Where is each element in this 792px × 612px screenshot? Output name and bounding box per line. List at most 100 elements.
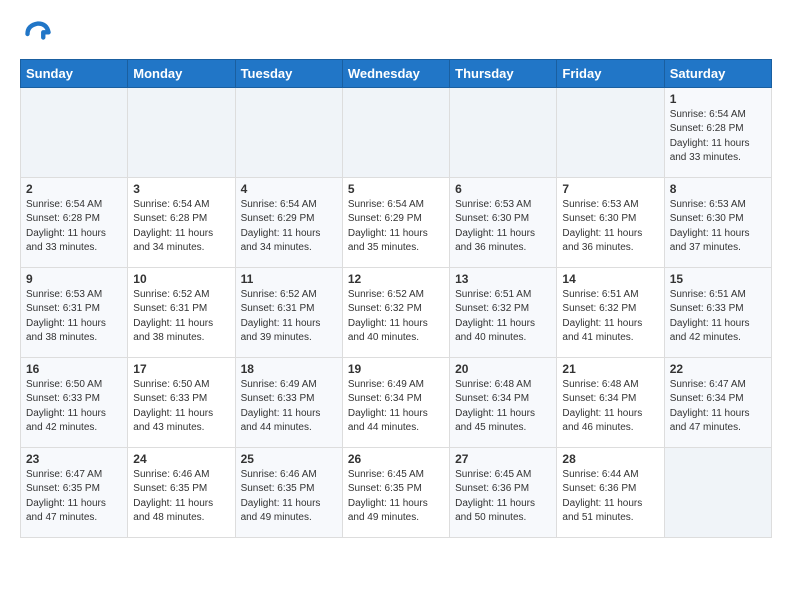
day-info: Sunrise: 6:48 AM Sunset: 6:34 PM Dayligh… — [562, 378, 658, 436]
calendar-week-row: 9 Sunrise: 6:53 AM Sunset: 6:31 PM Daylig… — [21, 267, 772, 357]
calendar-day-cell: 19 Sunrise: 6:49 AM Sunset: 6:34 PM Dayli… — [342, 357, 449, 447]
calendar-day-cell: 9 Sunrise: 6:53 AM Sunset: 6:31 PM Daylig… — [21, 267, 128, 357]
calendar-day-cell: 6Sunrise: 6:53 AM Sunset: 6:30 PM Daylig… — [450, 177, 557, 267]
calendar-week-row: 1 Sunrise: 6:54 AM Sunset: 6:28 PM Daylig… — [21, 87, 772, 177]
day-number: 28 — [562, 452, 658, 466]
day-number: 10 — [133, 272, 229, 286]
day-number: 13 — [455, 272, 551, 286]
day-info: Sunrise: 6:51 AM Sunset: 6:32 PM Dayligh… — [455, 288, 551, 346]
column-header-thursday: Thursday — [450, 59, 557, 87]
calendar-day-cell: 10 Sunrise: 6:52 AM Sunset: 6:31 PM Dayli… — [128, 267, 235, 357]
day-number: 11 — [241, 272, 337, 286]
column-header-monday: Monday — [128, 59, 235, 87]
day-info: Sunrise: 6:46 AM Sunset: 6:35 PM Dayligh… — [241, 468, 337, 526]
day-number: 27 — [455, 452, 551, 466]
calendar-day-cell: 28 Sunrise: 6:44 AM Sunset: 6:36 PM Dayli… — [557, 447, 664, 537]
day-number: 7 — [562, 182, 658, 196]
day-number: 2 — [26, 182, 122, 196]
day-info: Sunrise: 6:53 AM Sunset: 6:31 PM Dayligh… — [26, 288, 122, 346]
column-header-sunday: Sunday — [21, 59, 128, 87]
calendar-day-cell: 1 Sunrise: 6:54 AM Sunset: 6:28 PM Daylig… — [664, 87, 771, 177]
calendar-day-cell — [557, 87, 664, 177]
calendar-day-cell: 11 Sunrise: 6:52 AM Sunset: 6:31 PM Dayli… — [235, 267, 342, 357]
calendar-day-cell: 5 Sunrise: 6:54 AM Sunset: 6:29 PM Daylig… — [342, 177, 449, 267]
calendar-day-cell: 7 Sunrise: 6:53 AM Sunset: 6:30 PM Daylig… — [557, 177, 664, 267]
column-header-wednesday: Wednesday — [342, 59, 449, 87]
calendar-day-cell: 22 Sunrise: 6:47 AM Sunset: 6:34 PM Dayli… — [664, 357, 771, 447]
day-number: 15 — [670, 272, 766, 286]
calendar-day-cell — [235, 87, 342, 177]
calendar-day-cell: 17 Sunrise: 6:50 AM Sunset: 6:33 PM Dayli… — [128, 357, 235, 447]
day-info: Sunrise: 6:50 AM Sunset: 6:33 PM Dayligh… — [26, 378, 122, 436]
day-info: Sunrise: 6:50 AM Sunset: 6:33 PM Dayligh… — [133, 378, 229, 436]
calendar-week-row: 2 Sunrise: 6:54 AM Sunset: 6:28 PM Daylig… — [21, 177, 772, 267]
day-number: 17 — [133, 362, 229, 376]
day-number: 19 — [348, 362, 444, 376]
day-number: 21 — [562, 362, 658, 376]
column-header-saturday: Saturday — [664, 59, 771, 87]
day-info: Sunrise: 6:52 AM Sunset: 6:32 PM Dayligh… — [348, 288, 444, 346]
column-header-friday: Friday — [557, 59, 664, 87]
day-number: 26 — [348, 452, 444, 466]
calendar-day-cell: 15 Sunrise: 6:51 AM Sunset: 6:33 PM Dayli… — [664, 267, 771, 357]
day-number: 18 — [241, 362, 337, 376]
calendar-day-cell: 26 Sunrise: 6:45 AM Sunset: 6:35 PM Dayli… — [342, 447, 449, 537]
calendar-day-cell: 2 Sunrise: 6:54 AM Sunset: 6:28 PM Daylig… — [21, 177, 128, 267]
day-info: Sunrise: 6:49 AM Sunset: 6:34 PM Dayligh… — [348, 378, 444, 436]
calendar-week-row: 16 Sunrise: 6:50 AM Sunset: 6:33 PM Dayli… — [21, 357, 772, 447]
day-info: Sunrise: 6:45 AM Sunset: 6:35 PM Dayligh… — [348, 468, 444, 526]
calendar-day-cell: 4 Sunrise: 6:54 AM Sunset: 6:29 PM Daylig… — [235, 177, 342, 267]
page-header — [20, 20, 772, 49]
calendar-day-cell — [128, 87, 235, 177]
calendar-day-cell: 21 Sunrise: 6:48 AM Sunset: 6:34 PM Dayli… — [557, 357, 664, 447]
day-number: 3 — [133, 182, 229, 196]
calendar-header-row: SundayMondayTuesdayWednesdayThursdayFrid… — [21, 59, 772, 87]
day-info: Sunrise: 6:54 AM Sunset: 6:29 PM Dayligh… — [348, 198, 444, 256]
day-info: Sunrise: 6:51 AM Sunset: 6:33 PM Dayligh… — [670, 288, 766, 346]
day-info: Sunrise: 6:54 AM Sunset: 6:28 PM Dayligh… — [26, 198, 122, 256]
calendar: SundayMondayTuesdayWednesdayThursdayFrid… — [20, 59, 772, 538]
day-info: Sunrise: 6:48 AM Sunset: 6:34 PM Dayligh… — [455, 378, 551, 436]
calendar-day-cell: 24 Sunrise: 6:46 AM Sunset: 6:35 PM Dayli… — [128, 447, 235, 537]
day-number: 6 — [455, 182, 551, 196]
day-info: Sunrise: 6:53 AM Sunset: 6:30 PM Dayligh… — [670, 198, 766, 256]
day-info: Sunrise: 6:51 AM Sunset: 6:32 PM Dayligh… — [562, 288, 658, 346]
calendar-day-cell: 13 Sunrise: 6:51 AM Sunset: 6:32 PM Dayli… — [450, 267, 557, 357]
day-number: 16 — [26, 362, 122, 376]
day-number: 20 — [455, 362, 551, 376]
day-info: Sunrise: 6:54 AM Sunset: 6:29 PM Dayligh… — [241, 198, 337, 256]
day-info: Sunrise: 6:53 AM Sunset: 6:30 PM Dayligh… — [562, 198, 658, 256]
day-number: 4 — [241, 182, 337, 196]
column-header-tuesday: Tuesday — [235, 59, 342, 87]
day-number: 23 — [26, 452, 122, 466]
day-info: Sunrise: 6:46 AM Sunset: 6:35 PM Dayligh… — [133, 468, 229, 526]
calendar-day-cell: 27Sunrise: 6:45 AM Sunset: 6:36 PM Dayli… — [450, 447, 557, 537]
day-number: 9 — [26, 272, 122, 286]
calendar-week-row: 23 Sunrise: 6:47 AM Sunset: 6:35 PM Dayli… — [21, 447, 772, 537]
calendar-day-cell: 12 Sunrise: 6:52 AM Sunset: 6:32 PM Dayli… — [342, 267, 449, 357]
day-number: 22 — [670, 362, 766, 376]
day-info: Sunrise: 6:47 AM Sunset: 6:35 PM Dayligh… — [26, 468, 122, 526]
calendar-day-cell: 23 Sunrise: 6:47 AM Sunset: 6:35 PM Dayli… — [21, 447, 128, 537]
calendar-day-cell — [664, 447, 771, 537]
day-info: Sunrise: 6:47 AM Sunset: 6:34 PM Dayligh… — [670, 378, 766, 436]
calendar-day-cell: 18 Sunrise: 6:49 AM Sunset: 6:33 PM Dayli… — [235, 357, 342, 447]
day-number: 24 — [133, 452, 229, 466]
logo — [20, 20, 54, 49]
day-info: Sunrise: 6:52 AM Sunset: 6:31 PM Dayligh… — [241, 288, 337, 346]
day-number: 14 — [562, 272, 658, 286]
calendar-day-cell: 8 Sunrise: 6:53 AM Sunset: 6:30 PM Daylig… — [664, 177, 771, 267]
day-number: 1 — [670, 92, 766, 106]
calendar-day-cell: 16 Sunrise: 6:50 AM Sunset: 6:33 PM Dayli… — [21, 357, 128, 447]
calendar-day-cell: 20 Sunrise: 6:48 AM Sunset: 6:34 PM Dayli… — [450, 357, 557, 447]
calendar-day-cell — [21, 87, 128, 177]
calendar-day-cell — [342, 87, 449, 177]
calendar-day-cell: 25Sunrise: 6:46 AM Sunset: 6:35 PM Dayli… — [235, 447, 342, 537]
day-number: 5 — [348, 182, 444, 196]
day-info: Sunrise: 6:49 AM Sunset: 6:33 PM Dayligh… — [241, 378, 337, 436]
day-number: 8 — [670, 182, 766, 196]
day-info: Sunrise: 6:54 AM Sunset: 6:28 PM Dayligh… — [670, 108, 766, 166]
day-info: Sunrise: 6:44 AM Sunset: 6:36 PM Dayligh… — [562, 468, 658, 526]
day-info: Sunrise: 6:52 AM Sunset: 6:31 PM Dayligh… — [133, 288, 229, 346]
day-number: 12 — [348, 272, 444, 286]
